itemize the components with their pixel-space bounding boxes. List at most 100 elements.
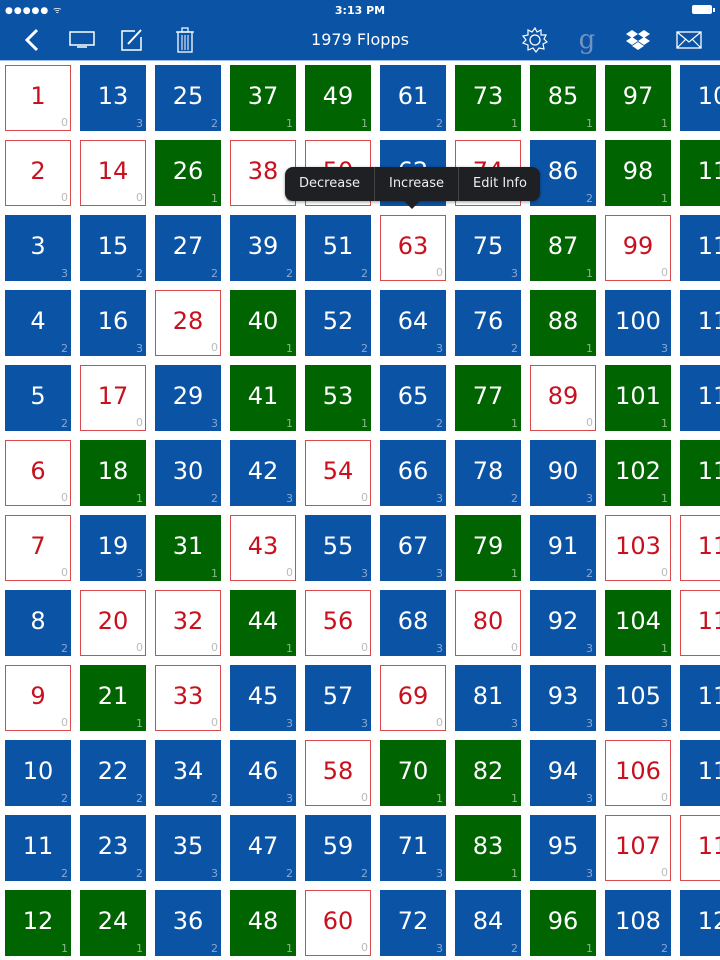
- card-tile[interactable]: 80 0: [455, 590, 521, 656]
- card-tile[interactable]: 18 1: [80, 440, 146, 506]
- card-tile[interactable]: 59 2: [305, 815, 371, 881]
- card-tile[interactable]: 11: [680, 515, 720, 581]
- card-tile[interactable]: 52: [5, 365, 71, 431]
- card-tile[interactable]: 98 1: [605, 140, 671, 206]
- card-tile[interactable]: 45 3: [230, 665, 296, 731]
- card-tile[interactable]: 11: [680, 215, 720, 281]
- card-tile[interactable]: 70 1: [380, 740, 446, 806]
- card-tile[interactable]: 46 3: [230, 740, 296, 806]
- card-tile[interactable]: 51 2: [305, 215, 371, 281]
- card-tile[interactable]: 66 3: [380, 440, 446, 506]
- card-tile[interactable]: 54 0: [305, 440, 371, 506]
- card-tile[interactable]: 55 3: [305, 515, 371, 581]
- card-tile[interactable]: 43 0: [230, 515, 296, 581]
- display-button[interactable]: [67, 26, 97, 54]
- card-tile[interactable]: 64 3: [380, 290, 446, 356]
- card-tile[interactable]: 11: [680, 140, 720, 206]
- card-tile[interactable]: 14 0: [80, 140, 146, 206]
- card-tile[interactable]: 47 2: [230, 815, 296, 881]
- card-tile[interactable]: 73 1: [455, 65, 521, 131]
- card-tile[interactable]: 57 3: [305, 665, 371, 731]
- card-tile[interactable]: 27 2: [155, 215, 221, 281]
- card-tile[interactable]: 77 1: [455, 365, 521, 431]
- card-tile[interactable]: 97 1: [605, 65, 671, 131]
- card-tile[interactable]: 58 0: [305, 740, 371, 806]
- card-tile[interactable]: 87 1: [530, 215, 596, 281]
- card-tile[interactable]: 31 1: [155, 515, 221, 581]
- card-tile[interactable]: 93 3: [530, 665, 596, 731]
- edit-button[interactable]: [117, 26, 147, 54]
- card-tile[interactable]: 23 2: [80, 815, 146, 881]
- card-tile[interactable]: 60 0: [305, 890, 371, 956]
- card-tile[interactable]: 65 2: [380, 365, 446, 431]
- settings-button[interactable]: [520, 26, 550, 54]
- card-tile[interactable]: 32 0: [155, 590, 221, 656]
- card-tile[interactable]: 34 2: [155, 740, 221, 806]
- card-tile[interactable]: 41 1: [230, 365, 296, 431]
- card-tile[interactable]: 29 3: [155, 365, 221, 431]
- card-tile[interactable]: 28 0: [155, 290, 221, 356]
- card-tile[interactable]: 11: [680, 815, 720, 881]
- card-tile[interactable]: 15 2: [80, 215, 146, 281]
- card-tile[interactable]: 20: [5, 140, 71, 206]
- edit-info-button[interactable]: Edit Info: [458, 167, 541, 201]
- card-tile[interactable]: 82 1: [455, 740, 521, 806]
- card-tile[interactable]: 11: [680, 290, 720, 356]
- card-tile[interactable]: 89 0: [530, 365, 596, 431]
- card-tile[interactable]: 42: [5, 290, 71, 356]
- card-tile[interactable]: 78 2: [455, 440, 521, 506]
- card-tile[interactable]: 17 0: [80, 365, 146, 431]
- card-tile[interactable]: 19 3: [80, 515, 146, 581]
- card-tile[interactable]: 61 2: [380, 65, 446, 131]
- card-tile[interactable]: 40 1: [230, 290, 296, 356]
- delete-button[interactable]: [170, 26, 200, 54]
- card-tile[interactable]: 96 1: [530, 890, 596, 956]
- card-tile[interactable]: 26 1: [155, 140, 221, 206]
- card-tile[interactable]: 91 2: [530, 515, 596, 581]
- card-tile[interactable]: 49 1: [305, 65, 371, 131]
- card-tile[interactable]: 56 0: [305, 590, 371, 656]
- card-tile[interactable]: 16 3: [80, 290, 146, 356]
- card-tile[interactable]: 63 0: [380, 215, 446, 281]
- card-tile[interactable]: 60: [5, 440, 71, 506]
- card-tile[interactable]: 76 2: [455, 290, 521, 356]
- card-tile[interactable]: 36 2: [155, 890, 221, 956]
- card-tile[interactable]: 42 3: [230, 440, 296, 506]
- card-tile[interactable]: 11: [680, 665, 720, 731]
- card-tile[interactable]: 10 2: [5, 740, 71, 806]
- card-tile[interactable]: 107 0: [605, 815, 671, 881]
- back-button[interactable]: [17, 26, 47, 54]
- card-tile[interactable]: 35 3: [155, 815, 221, 881]
- card-tile[interactable]: 24 1: [80, 890, 146, 956]
- card-tile[interactable]: 88 1: [530, 290, 596, 356]
- card-tile[interactable]: 92 3: [530, 590, 596, 656]
- card-tile[interactable]: 72 3: [380, 890, 446, 956]
- card-tile[interactable]: 79 1: [455, 515, 521, 581]
- card-tile[interactable]: 53 1: [305, 365, 371, 431]
- card-tile[interactable]: 11: [680, 365, 720, 431]
- card-tile[interactable]: 25 2: [155, 65, 221, 131]
- google-button[interactable]: g: [572, 26, 602, 54]
- card-tile[interactable]: 44 1: [230, 590, 296, 656]
- increase-button[interactable]: Increase: [374, 167, 458, 201]
- decrease-button[interactable]: Decrease: [285, 167, 374, 201]
- card-tile[interactable]: 12 1: [5, 890, 71, 956]
- card-tile[interactable]: 105 3: [605, 665, 671, 731]
- card-tile[interactable]: 37 1: [230, 65, 296, 131]
- card-tile[interactable]: 30 2: [155, 440, 221, 506]
- card-tile[interactable]: 69 0: [380, 665, 446, 731]
- card-tile[interactable]: 33 0: [155, 665, 221, 731]
- card-tile[interactable]: 90 3: [530, 440, 596, 506]
- card-tile[interactable]: 11: [680, 740, 720, 806]
- card-tile[interactable]: 39 2: [230, 215, 296, 281]
- card-tile[interactable]: 106 0: [605, 740, 671, 806]
- card-tile[interactable]: 84 2: [455, 890, 521, 956]
- card-tile[interactable]: 82: [5, 590, 71, 656]
- card-tile[interactable]: 81 3: [455, 665, 521, 731]
- card-tile[interactable]: 12: [680, 890, 720, 956]
- card-tile[interactable]: 33: [5, 215, 71, 281]
- card-tile[interactable]: 10: [5, 65, 71, 131]
- card-tile[interactable]: 13 3: [80, 65, 146, 131]
- card-tile[interactable]: 22 2: [80, 740, 146, 806]
- card-tile[interactable]: 71 3: [380, 815, 446, 881]
